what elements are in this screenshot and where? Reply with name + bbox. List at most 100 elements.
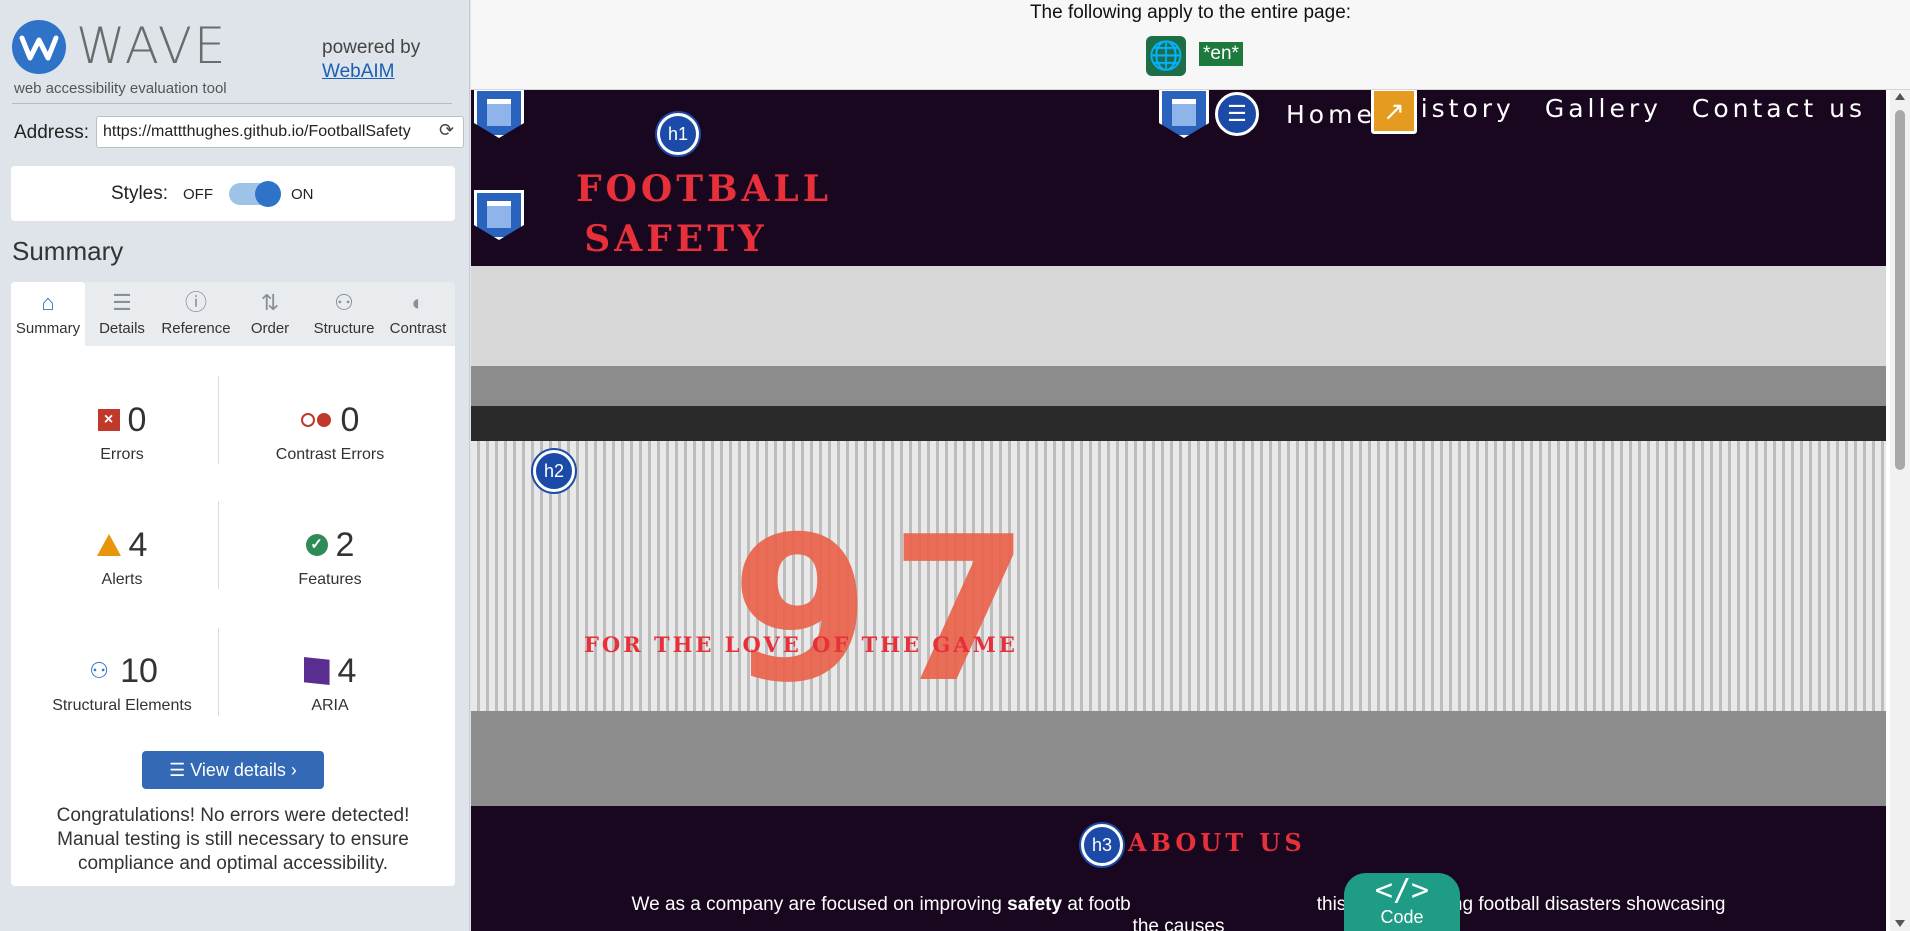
page-notice-text: The following apply to the entire page:	[1029, 2, 1352, 23]
structural-label: Structural Elements	[52, 697, 192, 714]
tab-label: Reference	[161, 320, 231, 337]
wave-logo[interactable]: WAVE web accessibility evaluation tool p…	[12, 16, 462, 97]
divider	[218, 628, 219, 716]
address-bar: Address: https://mattthughes.github.io/F…	[14, 116, 464, 150]
code-toggle-button[interactable]: </> Code	[1344, 873, 1460, 931]
contrast-error-icon	[300, 412, 333, 428]
alerts-label: Alerts	[101, 571, 143, 588]
contrast-icon: ◐	[411, 290, 425, 315]
about-text-post: at footb	[1062, 894, 1131, 915]
stat-contrast-errors[interactable]: 0 Contrast Errors	[235, 400, 425, 464]
error-icon: ×	[97, 409, 120, 431]
tab-summary[interactable]: ⌂ Summary	[11, 282, 85, 346]
page-notice: The following apply to the entire page: …	[471, 0, 1910, 90]
powered-by: powered by WebAIM	[322, 36, 420, 84]
list-icon: ☰	[112, 290, 132, 315]
aria-label: ARIA	[311, 697, 349, 714]
wave-logo-icon	[12, 20, 66, 74]
wave-logo-word: WAVE	[76, 17, 228, 75]
errors-label: Errors	[100, 446, 144, 463]
stadium-banner-band	[471, 406, 1886, 441]
powered-by-text: powered by	[322, 37, 421, 58]
scroll-up-icon[interactable]	[1895, 93, 1905, 100]
address-label: Address:	[14, 122, 89, 143]
stat-alerts[interactable]: 4 Alerts	[27, 525, 217, 589]
code-icon: </>	[1374, 873, 1430, 908]
about-title: ABOUT US	[1128, 828, 1306, 857]
tab-label: Contrast	[389, 320, 447, 337]
scroll-down-icon[interactable]	[1895, 920, 1905, 927]
address-input[interactable]: https://mattthughes.github.io/FootballSa…	[96, 116, 464, 148]
nav-home[interactable]: Home	[1286, 100, 1376, 129]
divider	[218, 376, 219, 464]
info-icon: ⓘ	[184, 290, 207, 315]
tab-label: Details	[99, 320, 145, 337]
about-text-pre: We as a company are focused on improving	[631, 894, 1008, 915]
styles-off-label: OFF	[183, 186, 213, 203]
features-count: 2	[335, 525, 355, 564]
about-text-bold: safety	[1007, 894, 1063, 915]
alert-icon	[96, 534, 121, 556]
panel-tabs: ⌂ Summary ☰ Details ⓘ Reference ⇅ Order …	[11, 282, 455, 346]
structure-icon: ⚇	[89, 658, 109, 683]
stat-aria[interactable]: 4 ARIA	[235, 651, 425, 715]
wave-heading-h2-icon[interactable]: h2	[533, 450, 575, 492]
tab-label: Order	[250, 320, 290, 337]
stadium-pitch	[471, 711, 1886, 806]
site-preview: FOOTBALL SAFETY Home History Gallery Con…	[471, 90, 1886, 931]
screen: WAVE web accessibility evaluation tool p…	[0, 0, 1910, 931]
congrats-message: Congratulations! No errors were detected…	[56, 805, 410, 874]
tab-contrast[interactable]: ◐ Contrast	[381, 282, 455, 346]
summary-heading: Summary	[12, 236, 124, 266]
contrast-errors-label: Contrast Errors	[275, 446, 385, 463]
stat-features[interactable]: ✓ 2 Features	[235, 525, 425, 589]
structure-icon: ⚇	[334, 290, 354, 315]
wave-tagline: web accessibility evaluation tool	[14, 80, 227, 97]
styles-toggle-card: Styles: OFF ON	[11, 166, 455, 221]
features-label: Features	[298, 571, 362, 588]
aria-icon	[303, 657, 330, 685]
globe-icon[interactable]: 🌐	[1146, 36, 1186, 76]
toggle-knob	[255, 181, 281, 207]
nav-contact[interactable]: Contact us	[1692, 90, 1866, 135]
scrollbar[interactable]	[1890, 90, 1910, 931]
tab-structure[interactable]: ⚇ Structure	[307, 282, 381, 346]
evaluated-page: The following apply to the entire page: …	[471, 0, 1910, 931]
wave-heading-h3-icon[interactable]: h3	[1081, 824, 1123, 866]
reload-icon[interactable]: ⟳	[439, 121, 457, 139]
tab-order[interactable]: ⇅ Order	[233, 282, 307, 346]
stadium-crowd	[471, 441, 1886, 711]
scroll-thumb[interactable]	[1895, 110, 1905, 470]
tab-reference[interactable]: ⓘ Reference	[159, 282, 233, 346]
code-label: Code	[1380, 907, 1424, 927]
errors-count: 0	[127, 400, 147, 439]
structural-count: 10	[120, 651, 158, 690]
wave-list-icon[interactable]: ☰	[1215, 92, 1259, 136]
wave-alert-icon[interactable]: ↗	[1371, 90, 1417, 134]
feature-check-icon: ✓	[305, 534, 328, 556]
wave-heading-h1-icon[interactable]: h1	[657, 113, 699, 155]
stat-structural[interactable]: ⚇ 10 Structural Elements	[27, 651, 217, 715]
tab-label: Structure	[313, 320, 375, 337]
stat-errors[interactable]: × 0 Errors	[27, 400, 217, 464]
nav-gallery[interactable]: Gallery	[1545, 90, 1662, 135]
webaim-link[interactable]: WebAIM	[322, 61, 395, 82]
about-text: We as a company are focused on improving…	[621, 894, 1736, 931]
list-icon: ☰	[169, 760, 191, 780]
contrast-errors-count: 0	[340, 400, 360, 439]
tab-details[interactable]: ☰ Details	[85, 282, 159, 346]
language-badge[interactable]: *en*	[1199, 42, 1243, 66]
divider	[12, 103, 452, 104]
mosaic-number: 97	[731, 494, 1050, 727]
home-icon: ⌂	[41, 290, 55, 315]
site-nav: History Gallery Contact us	[1398, 90, 1866, 135]
order-icon: ⇅	[260, 290, 280, 315]
hero-tagline: FOR THE LOVE OF THE GAME	[584, 632, 1018, 657]
styles-toggle[interactable]	[229, 181, 281, 207]
alerts-count: 4	[128, 525, 148, 564]
tab-label: Summary	[15, 320, 81, 337]
view-details-button[interactable]: ☰ View details ›	[142, 751, 324, 789]
site-brand[interactable]: FOOTBALL SAFETY	[576, 164, 828, 264]
view-details-label: View details ›	[190, 760, 297, 780]
stadium-roof	[471, 266, 1886, 406]
